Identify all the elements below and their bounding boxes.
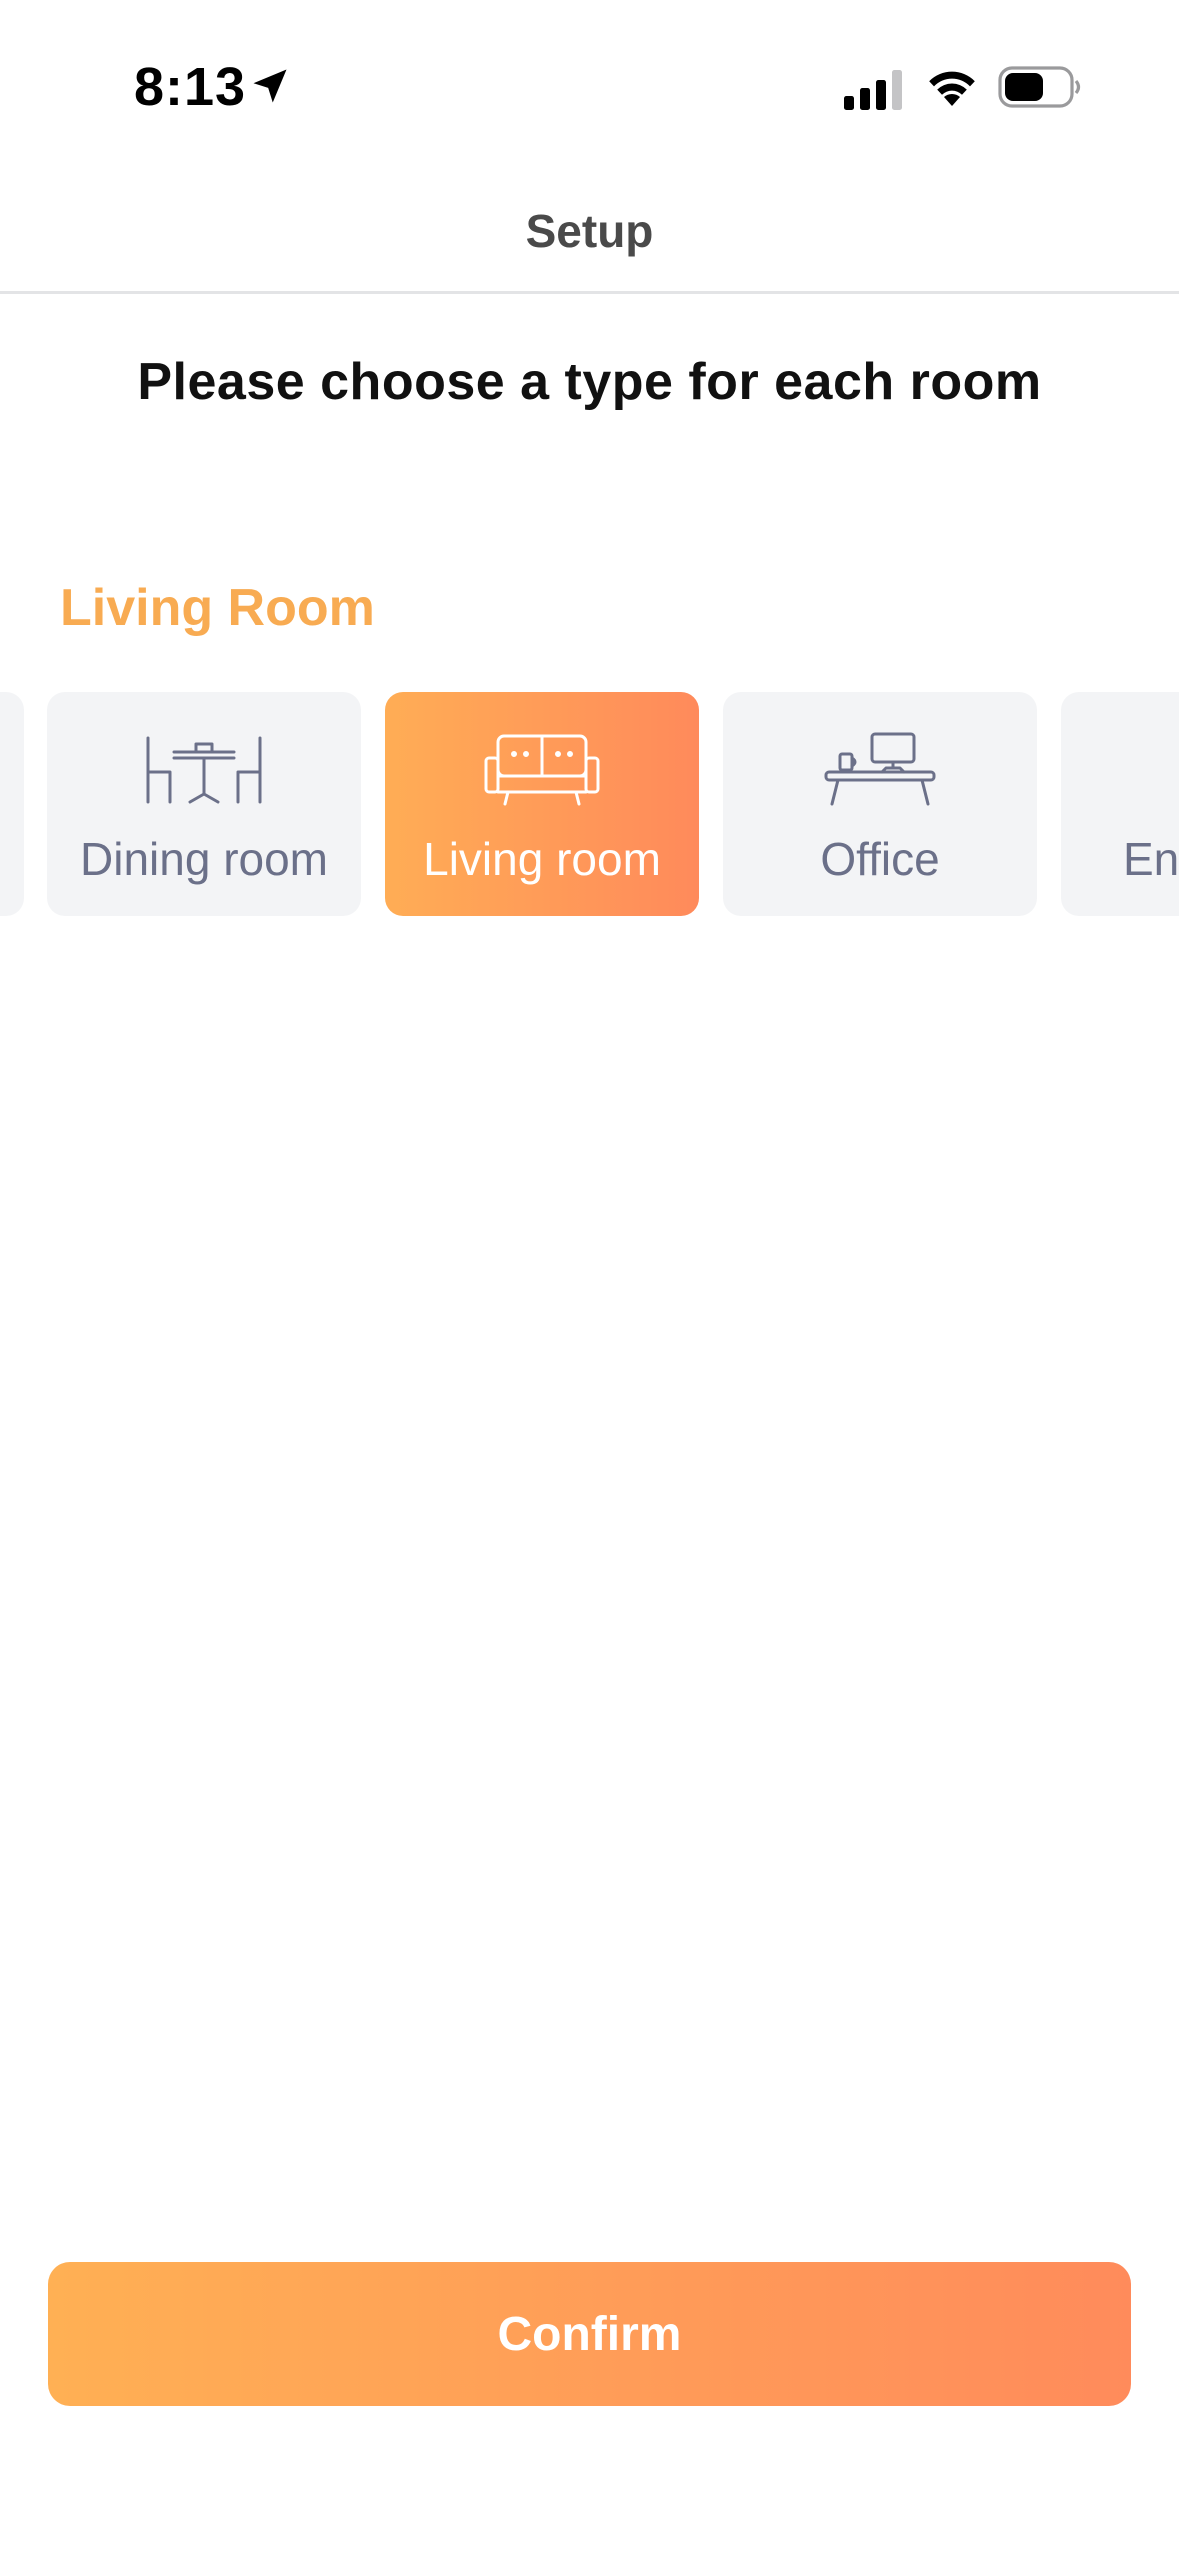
- status-bar: 8:13: [0, 0, 1179, 160]
- room-type-card-dining-room[interactable]: Dining room: [47, 692, 361, 916]
- sofa-icon: [484, 734, 600, 806]
- status-time: 8:13: [134, 57, 247, 117]
- room-type-carousel[interactable]: Dining room Living room Office En: [0, 692, 1179, 918]
- location-arrow-icon: [253, 69, 287, 103]
- room-type-label: Ent: [1123, 833, 1179, 885]
- nav-title: Setup: [525, 205, 654, 257]
- cellular-signal-icon: [844, 70, 902, 110]
- wifi-icon: [929, 71, 975, 106]
- room-type-card-office[interactable]: Office: [723, 692, 1037, 916]
- room-type-card-partial[interactable]: Ent: [1061, 692, 1179, 916]
- room-type-label: Dining room: [80, 833, 328, 885]
- confirm-button[interactable]: Confirm: [48, 2262, 1131, 2406]
- desk-computer-icon: [824, 732, 936, 806]
- nav-bar: Setup: [0, 160, 1179, 294]
- room-type-card[interactable]: [0, 692, 24, 916]
- room-type-label: Living room: [423, 833, 661, 885]
- room-name: Living Room: [60, 579, 375, 637]
- setup-screen: 8:13 Setup Please choose a type for each…: [0, 0, 1179, 2556]
- battery-icon: [998, 66, 1081, 108]
- room-type-card-living-room[interactable]: Living room: [385, 692, 699, 916]
- dining-table-icon: [146, 736, 262, 804]
- room-type-label: Office: [820, 833, 940, 885]
- page-heading: Please choose a type for each room: [137, 353, 1042, 411]
